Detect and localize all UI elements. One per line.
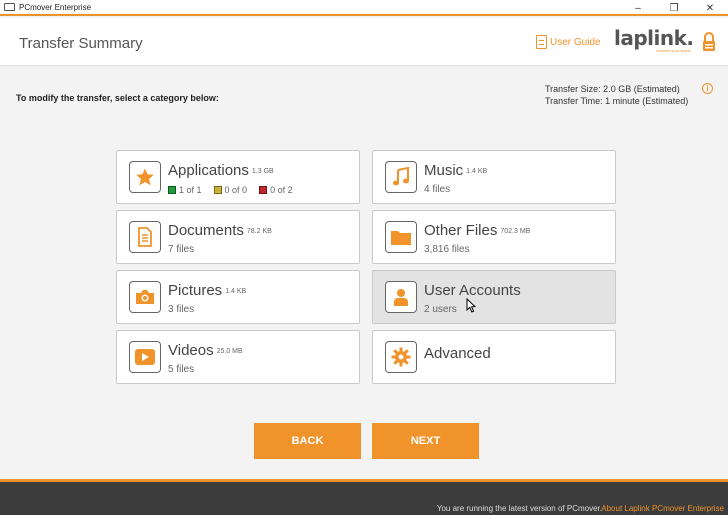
footer: You are running the latest version of PC…: [0, 479, 728, 515]
category-count: 7 files: [168, 244, 195, 255]
app-icon: [4, 3, 15, 11]
category-name: Applications 1.3 GB: [168, 162, 274, 179]
red-status-icon: [259, 186, 268, 194]
user-guide-link[interactable]: User Guide: [536, 35, 601, 49]
laplink-logo: laplink. connect your world: [614, 26, 694, 53]
gear-icon: [385, 341, 417, 373]
category-count: 3,816 files: [424, 244, 470, 255]
category-count: 5 files: [168, 364, 195, 375]
user-icon: [385, 281, 417, 313]
category-user-accounts[interactable]: User Accounts 2 users: [372, 270, 616, 324]
star-icon: [129, 161, 161, 193]
category-documents[interactable]: Documents 78.2 KB 7 files: [116, 210, 360, 264]
category-pictures[interactable]: Pictures 1.4 KB 3 files: [116, 270, 360, 324]
category-size: 25.0 MB: [216, 348, 243, 355]
green-count: 1 of 1: [179, 185, 202, 195]
category-other-files[interactable]: Other Files 702.3 MB 3,816 files: [372, 210, 616, 264]
next-button[interactable]: NEXT: [372, 423, 479, 459]
category-size: 702.3 MB: [500, 228, 531, 235]
instructions-text: To modify the transfer, select a categor…: [16, 93, 219, 103]
category-size: 78.2 KB: [246, 228, 272, 235]
yellow-count: 0 of 0: [224, 185, 248, 195]
category-videos[interactable]: Videos 25.0 MB 5 files: [116, 330, 360, 384]
category-name: Advanced: [424, 345, 491, 362]
yellow-status-icon: [213, 186, 222, 194]
document-icon: [129, 221, 161, 253]
category-size: 1.3 GB: [251, 168, 274, 175]
restore-button[interactable]: ❐: [656, 0, 692, 16]
red-count: 0 of 2: [270, 185, 293, 195]
transfer-time: Transfer Time: 1 minute (Estimated): [545, 96, 689, 106]
logo-text: laplink.: [614, 26, 694, 50]
category-music[interactable]: Music 1.4 KB 4 files: [372, 150, 616, 204]
user-guide-label: User Guide: [550, 36, 601, 48]
category-name: User Accounts: [424, 282, 521, 299]
camera-icon: [129, 281, 161, 313]
category-size: 1.4 KB: [225, 288, 247, 295]
header: Transfer Summary User Guide laplink. con…: [0, 18, 728, 66]
category-name: Pictures 1.4 KB: [168, 282, 247, 299]
page-title: Transfer Summary: [19, 35, 143, 52]
mouse-cursor-icon: [466, 298, 476, 313]
window-controls: – ❐ ✕: [620, 0, 728, 16]
transfer-size: Transfer Size: 2.0 GB (Estimated): [545, 84, 680, 94]
info-icon[interactable]: i: [702, 83, 713, 94]
category-size: 1.4 KB: [466, 168, 488, 175]
window-title: PCmover Enterprise: [19, 2, 92, 12]
category-count: 2 users: [424, 304, 457, 315]
minimize-button[interactable]: –: [620, 0, 656, 16]
close-button[interactable]: ✕: [692, 0, 728, 16]
play-video-icon: [129, 341, 161, 373]
category-name: Other Files 702.3 MB: [424, 222, 531, 239]
document-icon: [536, 35, 547, 49]
category-count: 4 files: [424, 184, 451, 195]
category-count: 3 files: [168, 304, 195, 315]
title-bar: PCmover Enterprise – ❐ ✕: [0, 0, 728, 16]
green-status-icon: [168, 186, 176, 194]
category-applications[interactable]: Applications 1.3 GB 1 of 1 0 of 0 0 of 2: [116, 150, 360, 204]
version-message: You are running the latest version of PC…: [436, 504, 602, 513]
transfer-info: Transfer Size: 2.0 GB (Estimated) Transf…: [545, 83, 688, 107]
back-button[interactable]: BACK: [254, 423, 361, 459]
music-note-icon: [385, 161, 417, 193]
lock-icon[interactable]: [702, 32, 716, 52]
application-counts: 1 of 1 0 of 0 0 of 2: [168, 185, 305, 195]
category-name: Documents 78.2 KB: [168, 222, 272, 239]
category-name: Music 1.4 KB: [424, 162, 488, 179]
category-advanced[interactable]: Advanced: [372, 330, 616, 384]
about-link[interactable]: About Laplink PCmover Enterprise: [601, 504, 724, 513]
folder-icon: [385, 221, 417, 253]
category-name: Videos 25.0 MB: [168, 342, 243, 359]
